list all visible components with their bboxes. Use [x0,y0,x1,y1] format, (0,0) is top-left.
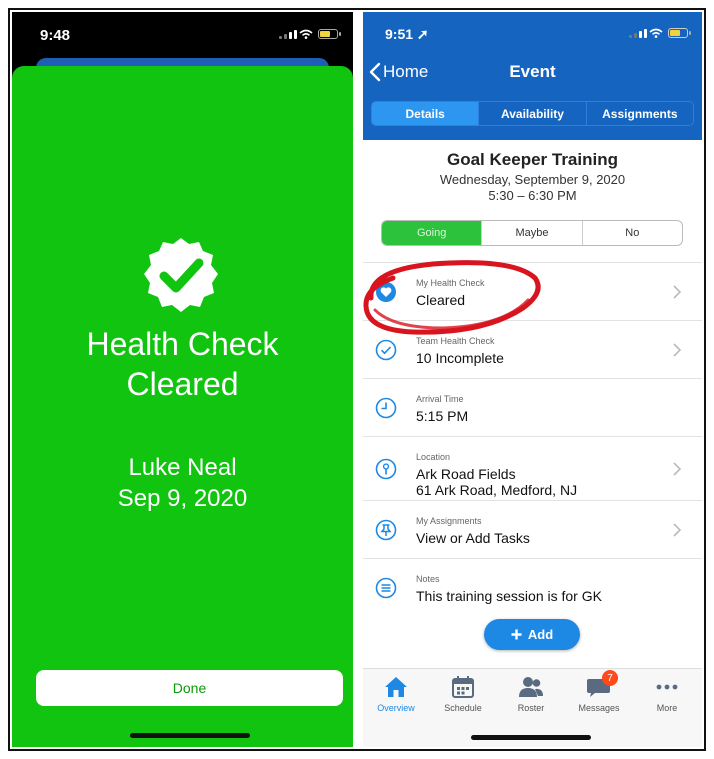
health-check-title-line1: Health Check [86,326,279,362]
home-indicator [471,735,591,740]
health-check-card: Health Check Cleared Luke Neal Sep 9, 20… [12,66,353,747]
row-value: 10 Incomplete [416,350,504,366]
health-check-screen: 9:48 Health Check Cleared Luke Neal Sep … [12,12,353,747]
chevron-left-icon [369,62,381,82]
chevron-right-icon [673,522,682,537]
event-screen: 9:51 ➚ Home Event Details Availability A… [363,12,702,747]
row-value: View or Add Tasks [416,530,530,546]
back-label: Home [383,62,429,81]
wifi-icon [649,28,663,38]
chevron-right-icon [673,342,682,357]
check-circle-icon [375,339,397,360]
notes-icon [375,577,397,598]
location-arrow-icon: ➚ [416,26,429,42]
health-check-title-line2: Cleared [126,366,239,402]
tab-more[interactable]: More [635,675,699,713]
verified-badge-icon [144,238,218,312]
event-date: Wednesday, September 9, 2020 [439,172,626,187]
chevron-right-icon [673,284,682,299]
back-button[interactable]: Home [369,62,428,82]
row-my-assignments[interactable]: My Assignments View or Add Tasks [363,500,702,558]
tab-schedule[interactable]: Schedule [431,675,495,713]
row-notes: Notes This training session is for GK [363,558,702,616]
rsvp-going[interactable]: Going [382,221,482,245]
rsvp-selector: Going Maybe No [381,220,683,246]
status-time: 9:51 ➚ [385,26,429,42]
tab-availability[interactable]: Availability [478,102,586,125]
header: 9:51 ➚ Home Event Details Availability A… [363,12,702,140]
add-label: Add [527,627,554,642]
chevron-right-icon [673,461,682,476]
check-date: Sep 9, 2020 [117,485,248,512]
tab-roster[interactable]: Roster [499,675,563,713]
row-arrival-time: Arrival Time 5:15 PM [363,378,702,436]
event-tabs: Details Availability Assignments [371,101,694,126]
tab-label: Messages [578,703,620,713]
battery-icon [318,29,341,39]
row-team-health-check[interactable]: Team Health Check 10 Incomplete [363,320,702,378]
more-dots-icon [656,684,678,690]
wifi-icon [299,29,313,39]
event-time: 5:30 – 6:30 PM [488,188,577,203]
row-value: Cleared [416,292,466,308]
status-time: 9:48 [40,27,71,44]
health-check-title: Health Check Cleared [12,324,353,404]
row-value: Ark Road Fields [416,466,516,482]
row-my-health-check[interactable]: My Health Check Cleared [363,262,702,320]
row-label: Notes [416,574,440,584]
tab-label: Schedule [444,703,482,713]
unread-badge: 7 [602,670,618,686]
tab-overview[interactable]: Overview [364,675,428,713]
heart-icon [376,281,396,302]
calendar-icon [452,676,474,698]
row-location[interactable]: Location Ark Road Fields 61 Ark Road, Me… [363,436,702,500]
row-label: Arrival Time [416,394,464,404]
health-check-person: Luke Neal Sep 9, 2020 [12,452,353,514]
rsvp-no[interactable]: No [581,221,682,245]
battery-icon [668,28,691,38]
row-label: My Health Check [416,278,485,288]
rsvp-maybe[interactable]: Maybe [481,221,581,245]
signal-icon [629,29,647,38]
tab-messages[interactable]: 7 Messages [567,670,631,713]
pushpin-icon [375,519,397,540]
row-label: My Assignments [416,516,482,526]
add-button[interactable]: Add [484,619,580,650]
row-value: 5:15 PM [416,408,469,424]
home-icon [385,677,407,697]
row-label: Team Health Check [416,336,495,346]
person-name: Luke Neal [128,454,237,481]
tab-label: More [656,703,678,713]
people-icon [519,677,543,697]
event-title: Goal Keeper Training [447,150,618,169]
event-detail-list: My Health Check Cleared Team Health Chec… [363,262,702,616]
done-button[interactable]: Done [36,670,343,706]
tab-details[interactable]: Details [372,102,479,125]
home-indicator [130,733,250,738]
status-bar: 9:48 [12,12,353,56]
signal-icon [279,30,297,39]
tab-label: Overview [377,703,415,713]
clock-icon [375,397,397,418]
row-value-address: 61 Ark Road, Medford, NJ [416,482,578,498]
tab-assignments[interactable]: Assignments [585,102,693,125]
row-label: Location [416,452,451,462]
row-value: This training session is for GK [416,588,602,604]
location-pin-icon [375,458,397,479]
tab-label: Roster [517,703,545,713]
plus-icon [511,629,522,640]
